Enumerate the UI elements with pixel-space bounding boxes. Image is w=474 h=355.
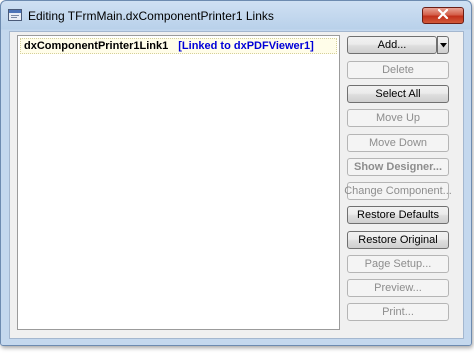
close-icon [437, 8, 449, 22]
page-setup-button-label: Page Setup... [364, 258, 432, 270]
title-bar[interactable]: Editing TFrmMain.dxComponentPrinter1 Lin… [1, 1, 471, 29]
show-designer-button[interactable]: Show Designer... [347, 158, 449, 176]
restore-original-button-label: Restore Original [358, 234, 438, 246]
move-down-button-label: Move Down [368, 137, 428, 149]
link-target: [Linked to dxPDFViewer1] [178, 40, 314, 52]
add-button-label: Add... [377, 39, 407, 51]
window-title: Editing TFrmMain.dxComponentPrinter1 Lin… [28, 9, 274, 23]
show-designer-button-label: Show Designer... [353, 161, 443, 173]
preview-button[interactable]: Preview... [347, 279, 449, 297]
move-down-button[interactable]: Move Down [347, 134, 449, 152]
page-setup-button[interactable]: Page Setup... [347, 255, 449, 273]
links-listbox[interactable]: dxComponentPrinter1Link1 [Linked to dxPD… [17, 35, 340, 330]
print-button[interactable]: Print... [347, 303, 449, 321]
dialog-window: Editing TFrmMain.dxComponentPrinter1 Lin… [0, 0, 472, 346]
print-button-label: Print... [382, 306, 414, 318]
select-all-button-label: Select All [375, 88, 421, 100]
preview-button-label: Preview... [374, 282, 422, 294]
dialog-client-area: dxComponentPrinter1Link1 [Linked to dxPD… [9, 31, 464, 339]
delete-button[interactable]: Delete [347, 61, 449, 79]
change-component-button-label: Change Component... [344, 185, 452, 197]
list-item[interactable]: dxComponentPrinter1Link1 [Linked to dxPD… [20, 38, 337, 54]
close-button[interactable] [422, 7, 464, 24]
link-name: dxComponentPrinter1Link1 [24, 40, 169, 52]
restore-defaults-button-label: Restore Defaults [357, 209, 439, 221]
add-dropdown-button[interactable] [437, 36, 449, 54]
add-button[interactable]: Add... [347, 36, 437, 54]
restore-defaults-button[interactable]: Restore Defaults [347, 206, 449, 224]
change-component-button[interactable]: Change Component... [344, 182, 452, 200]
window-app-icon [8, 8, 23, 22]
move-up-button-label: Move Up [375, 112, 421, 124]
move-up-button[interactable]: Move Up [347, 109, 449, 127]
delete-button-label: Delete [382, 64, 414, 76]
triangle-down-icon [439, 39, 447, 51]
select-all-button[interactable]: Select All [347, 85, 449, 103]
restore-original-button[interactable]: Restore Original [347, 231, 449, 249]
